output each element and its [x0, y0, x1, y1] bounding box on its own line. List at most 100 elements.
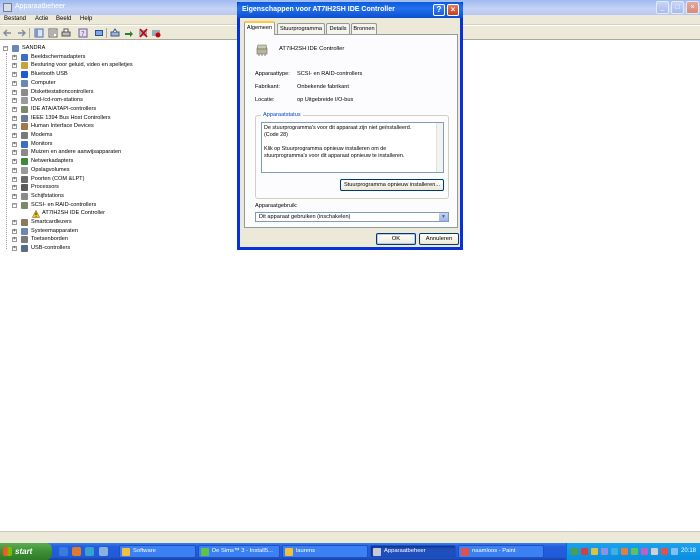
device-status-textbox[interactable]: De stuurprogramma's voor dit apparaat zi… [261, 122, 444, 173]
expand-icon[interactable]: + [12, 80, 17, 86]
messenger-icon[interactable] [85, 547, 94, 556]
taskbar-button-label: De Sims™ 3 - Install5... [212, 548, 273, 554]
scan-hardware-icon[interactable] [110, 28, 120, 38]
menu-actie[interactable]: Actie [35, 16, 48, 22]
device-category-icon [21, 192, 28, 200]
volume-icon[interactable] [651, 548, 658, 555]
tree-item-label: Dvd-/cd-rom-stations [31, 97, 83, 104]
dialog-title: Eigenschappen voor AT7IH2SH IDE Controll… [242, 6, 395, 13]
print-icon[interactable] [61, 28, 71, 38]
ok-button[interactable]: OK [376, 233, 416, 245]
expand-icon[interactable]: + [12, 124, 17, 130]
expand-icon[interactable]: + [12, 237, 17, 243]
media-player-icon[interactable] [72, 547, 81, 556]
expand-icon[interactable]: + [12, 141, 17, 147]
back-arrow-icon[interactable] [3, 28, 13, 38]
expand-icon[interactable]: + [12, 193, 17, 199]
collapse-icon[interactable]: − [12, 202, 17, 208]
status-scrollbar[interactable] [436, 123, 443, 172]
expand-icon[interactable]: + [12, 159, 17, 165]
taskbar-button[interactable]: Apparaatbeheer [370, 545, 456, 558]
expand-icon[interactable]: + [12, 133, 17, 138]
expand-icon[interactable]: + [12, 63, 17, 69]
show-desktop-icon[interactable] [99, 547, 108, 556]
close-icon[interactable]: × [686, 1, 699, 14]
device-manager-icon [3, 3, 12, 12]
collapse-icon[interactable]: − [3, 46, 8, 51]
forward-arrow-icon[interactable] [16, 28, 26, 38]
tray-icon[interactable] [611, 548, 618, 555]
help-icon[interactable]: ? [78, 28, 88, 38]
dialog-titlebar[interactable]: Eigenschappen voor AT7IH2SH IDE Controll… [237, 2, 463, 18]
tab-algemeen[interactable]: Algemeen [244, 21, 275, 35]
tab-details[interactable]: Details [326, 23, 350, 34]
disable-device-icon[interactable] [151, 28, 161, 38]
location-label: Locatie: [255, 97, 275, 103]
expand-icon[interactable]: + [12, 246, 17, 252]
device-category-icon [21, 105, 28, 113]
expand-icon[interactable]: + [12, 98, 17, 104]
close-icon[interactable]: × [447, 4, 459, 16]
expand-icon[interactable]: + [12, 220, 17, 225]
expand-icon[interactable]: + [12, 185, 17, 191]
show-hide-console-icon[interactable] [34, 28, 44, 38]
device-usage-select[interactable]: Dit apparaat gebruiken (inschakelen) ▼ [255, 212, 449, 222]
windows-logo-icon [3, 547, 12, 556]
tray-icon[interactable] [631, 548, 638, 555]
tree-item-label: Human Interface Devices [31, 123, 94, 130]
menu-beeld[interactable]: Beeld [56, 16, 71, 22]
minimize-icon[interactable]: _ [656, 1, 669, 14]
expand-icon[interactable]: + [12, 228, 17, 234]
uninstall-device-icon[interactable] [138, 28, 148, 38]
display-devices-icon[interactable] [94, 28, 104, 38]
expand-icon[interactable]: + [12, 54, 17, 60]
reinstall-driver-button[interactable]: Stuurprogramma opnieuw installeren... [340, 179, 444, 191]
taskbar-button[interactable]: De Sims™ 3 - Install5... [198, 545, 280, 558]
tray-icon[interactable] [581, 548, 588, 555]
properties-icon[interactable] [48, 28, 58, 38]
cancel-button[interactable]: Annuleren [419, 233, 459, 245]
status-line: De stuurprogramma's voor dit apparaat zi… [264, 125, 412, 131]
device-type-value: SCSI- en RAID-controllers [297, 71, 363, 77]
taskbar-button[interactable]: laurens [282, 545, 368, 558]
tray-icon[interactable] [601, 548, 608, 555]
tab-stuurprogramma[interactable]: Stuurprogramma [277, 23, 325, 34]
security-alert-icon[interactable] [661, 548, 668, 555]
tree-item-label: Systeemapparaten [31, 227, 78, 234]
update-driver-icon[interactable] [124, 28, 134, 38]
taskbar-button[interactable]: naamloos - Paint [458, 545, 544, 558]
maximize-icon[interactable]: □ [671, 1, 684, 14]
tree-item-label: Modems [31, 132, 53, 138]
main-window-title: Apparaatbeheer [15, 3, 66, 10]
status-line: Klik op Stuurprogramma opnieuw installer… [264, 146, 387, 152]
tree-item-label: Muizen en andere aanwijsapparaten [31, 149, 122, 156]
expand-icon[interactable]: + [12, 176, 17, 182]
taskbar-button[interactable]: Software [119, 545, 196, 558]
expand-icon[interactable]: + [12, 106, 17, 112]
taskbar: start 20:18 Software De Sims™ 3 - Install… [0, 543, 700, 560]
tray-icon[interactable] [641, 548, 648, 555]
menu-bestand[interactable]: Bestand [4, 16, 26, 22]
taskbar-button-label: Software [133, 548, 156, 554]
ie-icon[interactable] [59, 547, 68, 556]
expand-icon[interactable]: + [12, 115, 17, 121]
tab-bronnen[interactable]: Bronnen [351, 23, 377, 34]
chevron-down-icon[interactable]: ▼ [439, 213, 448, 221]
computer-icon [12, 45, 19, 52]
status-line: (Code 28) [264, 132, 288, 138]
help-icon[interactable]: ? [433, 4, 445, 16]
network-icon[interactable] [671, 548, 678, 555]
device-category-icon [21, 53, 28, 61]
tray-icon[interactable] [571, 548, 578, 555]
tree-item-label: SCSI- en RAID-controllers [31, 201, 97, 208]
expand-icon[interactable]: + [12, 167, 17, 173]
tray-icon[interactable] [621, 548, 628, 555]
device-category-icon [21, 62, 28, 70]
expand-icon[interactable]: + [12, 72, 17, 78]
menu-help[interactable]: Help [80, 16, 92, 22]
expand-icon[interactable]: + [12, 89, 17, 95]
expand-icon[interactable]: + [12, 150, 17, 156]
device-category-icon [21, 149, 28, 157]
start-button[interactable]: start [0, 543, 52, 560]
tray-icon[interactable] [591, 548, 598, 555]
